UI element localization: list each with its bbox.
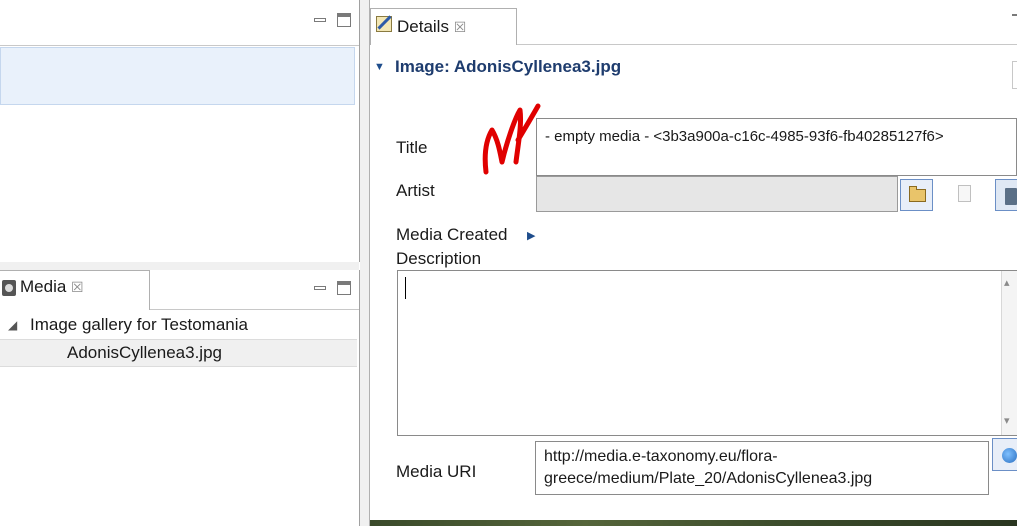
tree-item-label[interactable]: AdonisCyllenea3.jpg bbox=[67, 343, 222, 363]
tree-root-label[interactable]: Image gallery for Testomania bbox=[30, 315, 248, 335]
globe-icon bbox=[1002, 448, 1017, 463]
copy-artist-button[interactable] bbox=[948, 179, 981, 211]
folder-open-icon bbox=[909, 186, 926, 202]
maximize-icon[interactable] bbox=[337, 281, 351, 295]
section-title[interactable]: Image: AdonisCyllenea3.jpg bbox=[395, 57, 621, 77]
title-label: Title bbox=[396, 138, 428, 157]
open-artist-button[interactable] bbox=[900, 179, 933, 211]
copy-icon bbox=[958, 185, 971, 202]
remove-artist-button[interactable] bbox=[995, 179, 1017, 211]
image-preview bbox=[370, 520, 1017, 526]
edit-icon bbox=[376, 16, 392, 32]
camera-icon bbox=[2, 280, 16, 296]
clipped-field[interactable] bbox=[1012, 61, 1017, 89]
description-label: Description bbox=[396, 249, 482, 268]
artist-label: Artist bbox=[396, 181, 435, 200]
divider bbox=[150, 309, 359, 310]
media-uri-label: Media URI bbox=[396, 462, 477, 481]
open-uri-button[interactable] bbox=[992, 438, 1017, 471]
description-scrollbar[interactable] bbox=[1001, 271, 1017, 435]
maximize-icon[interactable] bbox=[337, 13, 351, 27]
section-toggle-icon[interactable]: ▼ bbox=[374, 61, 385, 73]
media-uri-field[interactable]: http://media.e-taxonomy.eu/flora-greece/… bbox=[535, 441, 989, 495]
artist-field[interactable] bbox=[536, 176, 898, 212]
divider bbox=[517, 44, 1017, 45]
scroll-down-icon[interactable]: ▾ bbox=[1004, 414, 1010, 427]
scroll-up-icon[interactable]: ▴ bbox=[1004, 276, 1010, 289]
trash-icon bbox=[1005, 188, 1017, 205]
media-created-label[interactable]: Media Created bbox=[396, 225, 508, 245]
close-icon[interactable]: ☒ bbox=[454, 19, 467, 35]
collapse-toggle-icon[interactable]: ◢ bbox=[8, 318, 17, 332]
minimize-icon[interactable] bbox=[1012, 14, 1017, 16]
media-tab-label[interactable]: Media ☒ bbox=[20, 277, 84, 297]
annotation-scribble bbox=[482, 103, 541, 175]
minimize-icon[interactable] bbox=[313, 281, 327, 295]
left-top-header bbox=[0, 0, 359, 46]
sash[interactable] bbox=[360, 0, 370, 526]
text-caret bbox=[405, 277, 406, 299]
close-icon[interactable]: ☒ bbox=[71, 279, 84, 295]
minimize-icon[interactable] bbox=[313, 13, 327, 27]
title-field[interactable]: - empty media - <3b3a900a-c16c-4985-93f6… bbox=[536, 118, 1017, 176]
description-textarea[interactable] bbox=[397, 270, 1017, 436]
details-tab-label[interactable]: Details ☒ bbox=[397, 17, 466, 37]
expand-arrow-icon[interactable]: ▶ bbox=[527, 229, 535, 242]
selected-row[interactable] bbox=[0, 47, 355, 105]
